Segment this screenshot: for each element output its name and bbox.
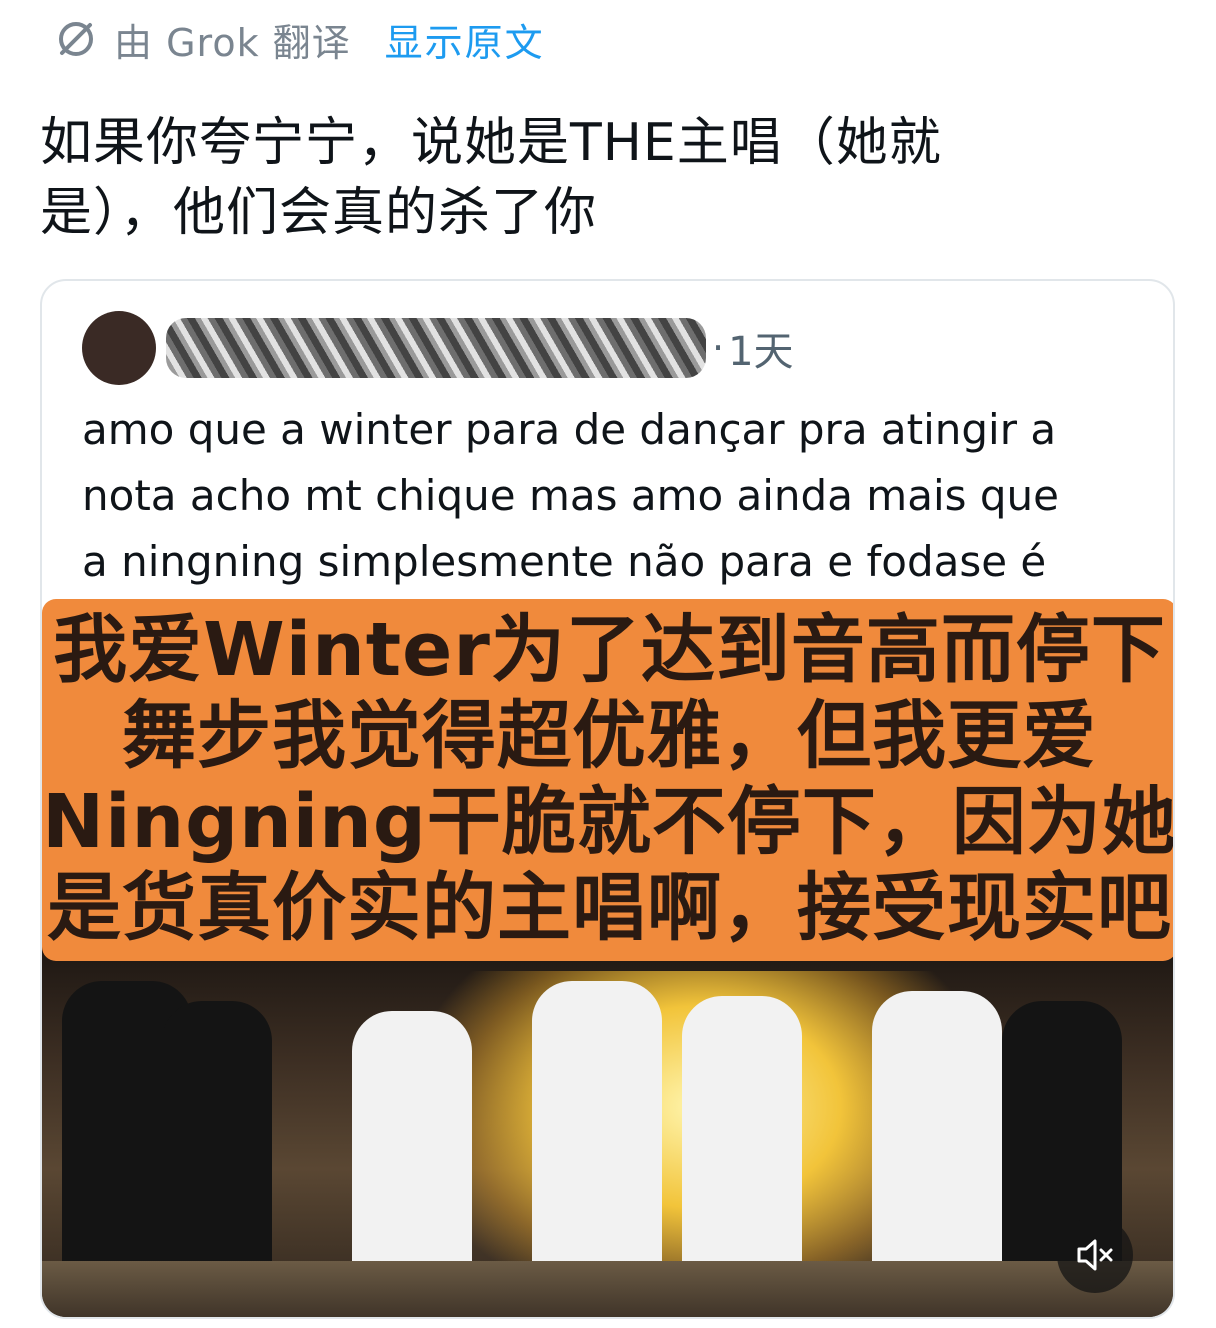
post-text-line: 如果你夸宁宁，说她是THE主唱（她就	[40, 113, 942, 173]
quoted-post-header: · 1天	[82, 311, 794, 385]
mute-button[interactable]	[1057, 1217, 1133, 1293]
quoted-text-line: a ningning simplesmente não para e fodas…	[82, 537, 1047, 586]
separator-dot: ·	[712, 326, 725, 370]
quoted-text-line: amo que a winter para de dançar pra atin…	[82, 405, 1057, 454]
post-timestamp[interactable]: 1天	[728, 319, 793, 377]
post-text: 如果你夸宁宁，说她是THE主唱（她就 是），他们会真的杀了你	[40, 108, 1050, 248]
caption-line: 我爱Winter为了达到音高而停下	[53, 607, 1166, 693]
quoted-post-text: amo que a winter para de dançar pra atin…	[82, 397, 1142, 595]
show-original-link[interactable]: 显示原文	[385, 12, 545, 67]
caption-line: 是货真价实的主唱啊，接受现实吧	[47, 865, 1172, 951]
quoted-text-line: nota acho mt chique mas amo ainda mais q…	[82, 471, 1059, 520]
translated-caption-overlay: 我爱Winter为了达到音高而停下 舞步我觉得超优雅，但我更爱 Ningning…	[42, 599, 1175, 961]
video-player[interactable]	[42, 941, 1173, 1317]
dancer-figure	[682, 996, 802, 1281]
dancer-figure	[532, 981, 662, 1281]
stage-floor	[42, 1261, 1173, 1317]
post-text-line: 是），他们会真的杀了你	[40, 183, 598, 243]
volume-muted-icon	[1077, 1239, 1113, 1271]
translated-by-label: 由 Grok 翻译	[114, 20, 351, 65]
grok-icon	[59, 22, 93, 56]
quoted-post-card[interactable]: · 1天 amo que a winter para de dançar pra…	[40, 279, 1175, 1319]
caption-line: 舞步我觉得超优雅，但我更爱	[122, 693, 1097, 779]
translation-bar: 由 Grok 翻译 显示原文	[56, 12, 545, 67]
dancer-figure	[872, 991, 1002, 1281]
avatar[interactable]	[82, 311, 156, 385]
caption-line: Ningning干脆就不停下，因为她	[42, 779, 1175, 865]
dancer-figure	[162, 1001, 272, 1281]
redacted-username[interactable]	[166, 318, 706, 378]
dancer-figure	[352, 1011, 472, 1281]
